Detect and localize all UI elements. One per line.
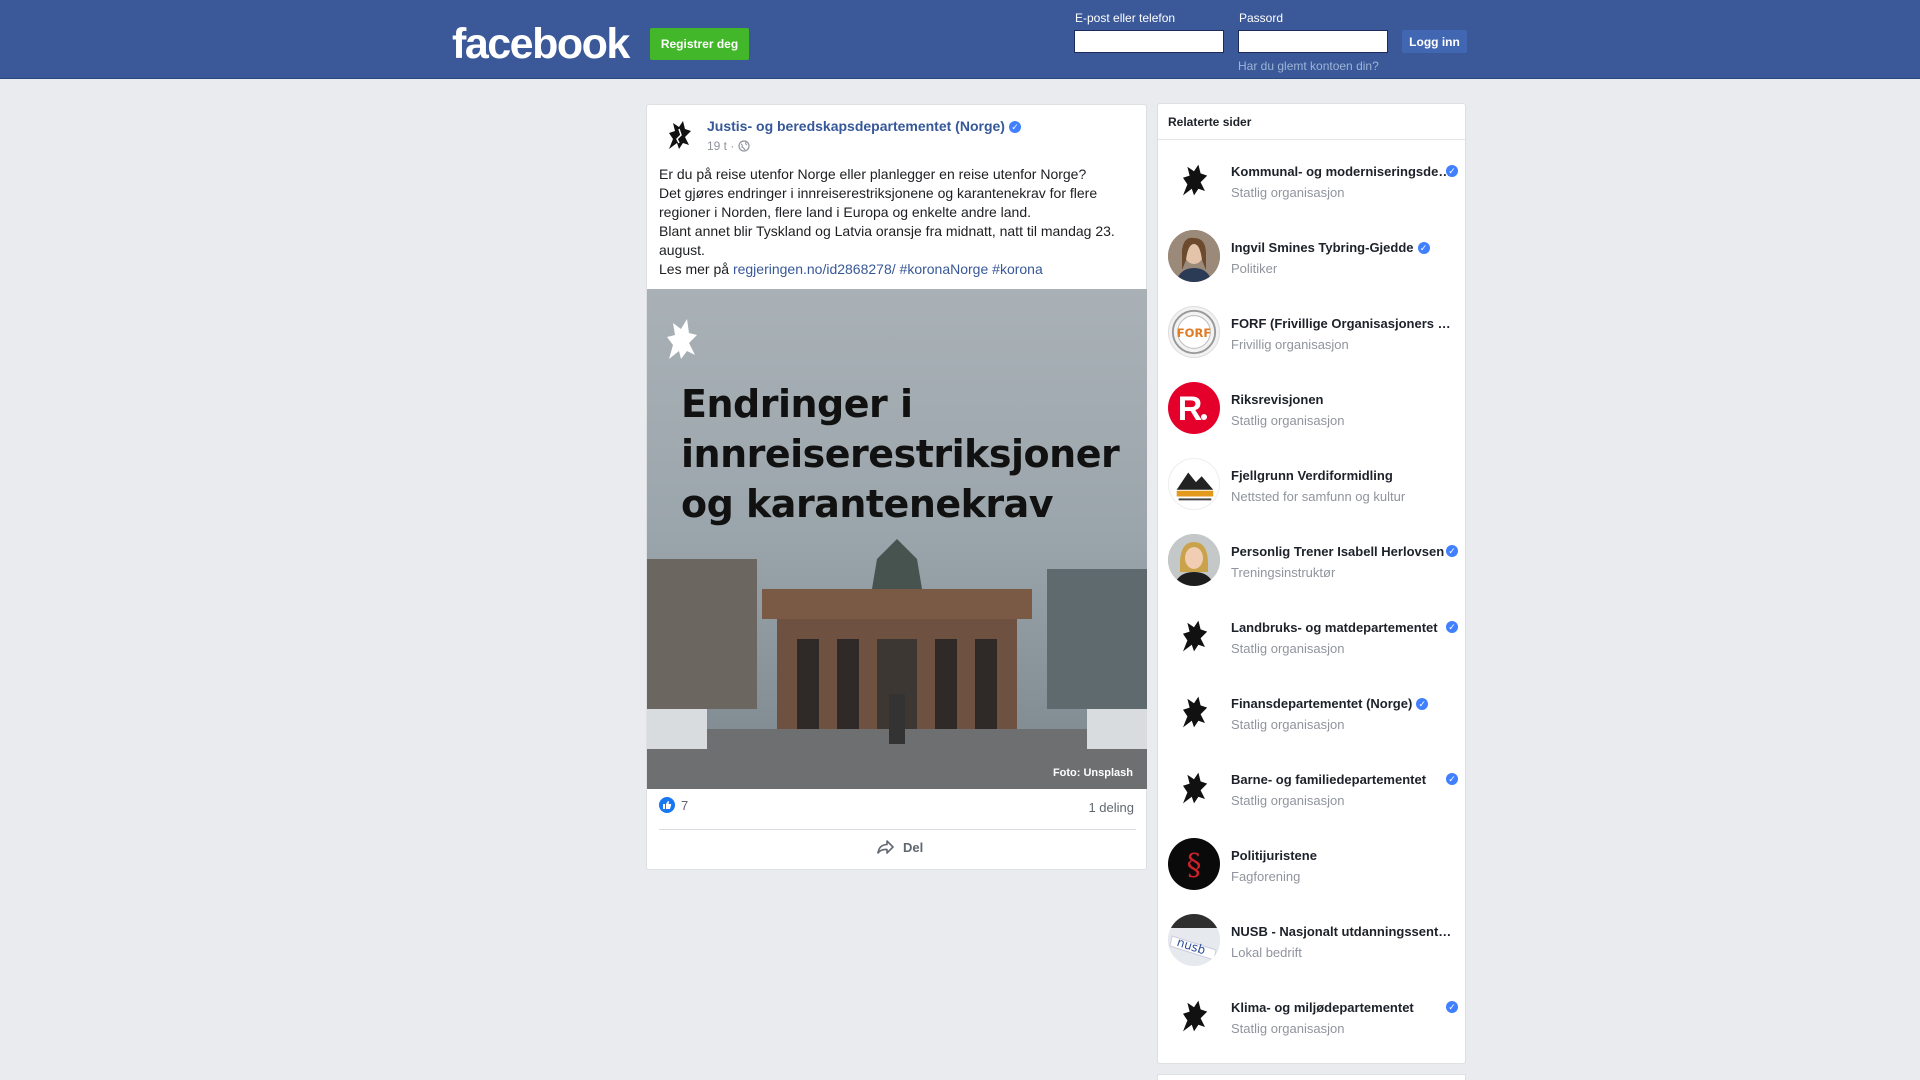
page-name[interactable]: Personlig Trener Isabell Herlovsen	[1231, 544, 1444, 559]
verified-badge-icon: ✓	[1446, 545, 1458, 557]
email-input[interactable]	[1074, 30, 1224, 53]
page-name[interactable]: Finansdepartementet (Norge)	[1231, 696, 1412, 711]
post-text-line: Det gjøres endringer i innreiserestriksj…	[659, 185, 1098, 220]
page-name[interactable]: Ingvil Smines Tybring-Gjedde	[1231, 240, 1414, 255]
person-photo	[1168, 534, 1220, 586]
post-time[interactable]: 19 t ·	[707, 139, 734, 153]
page-name[interactable]: Landbruks- og matdepartementet	[1231, 620, 1438, 635]
page-category: Statlig organisasjon	[1231, 185, 1345, 200]
share-count[interactable]: 1 deling	[1088, 800, 1134, 815]
email-label: E-post eller telefon	[1075, 11, 1176, 25]
forgot-account-link[interactable]: Har du glemt kontoen din?	[1238, 59, 1379, 73]
share-button[interactable]: Del	[877, 839, 923, 855]
crest-icon	[1168, 686, 1220, 738]
related-pages-card: Relaterte sider Kommunal- og moderniseri…	[1157, 103, 1466, 1064]
list-item[interactable]: Landbruks- og matdepartementet ✓ Statlig…	[1168, 610, 1458, 666]
person-photo	[1168, 230, 1220, 282]
post-card: Justis- og beredskapsdepartementet (Norg…	[646, 104, 1147, 870]
page-name[interactable]: Kommunal- og moderniseringsdepartementet	[1231, 164, 1453, 179]
crest-icon	[1168, 762, 1220, 814]
paragraph-logo: §	[1168, 838, 1220, 890]
facebook-logo[interactable]: facebook	[452, 20, 630, 69]
post-image[interactable]: Endringer i innreiserestriksjoner og kar…	[647, 289, 1147, 789]
verified-badge-icon: ✓	[1416, 698, 1429, 710]
page-name[interactable]: Barne- og familiedepartementet	[1231, 772, 1426, 787]
post-meta: 19 t ·	[707, 139, 750, 153]
post-text-line: Les mer på regjeringen.no/id2868278/ #ko…	[659, 261, 1043, 277]
fjellgrunn-logo	[1168, 458, 1220, 510]
page-category: Politiker	[1231, 261, 1278, 276]
verified-badge-icon: ✓	[1446, 773, 1458, 785]
image-title: Endringer i innreiserestriksjoner og kar…	[681, 382, 1120, 526]
crest-icon[interactable]	[659, 115, 699, 155]
page-category: Lokal bedrift	[1231, 945, 1302, 960]
page-category: Fagforening	[1231, 869, 1301, 884]
post-link[interactable]: regjeringen.no/id2868278/	[733, 261, 896, 277]
globe-icon	[738, 140, 750, 152]
page-name[interactable]: Fjellgrunn Verdiformidling	[1231, 468, 1393, 483]
divider	[659, 829, 1136, 830]
post-text-line: Er du på reise utenfor Norge eller planl…	[659, 166, 1087, 182]
verified-badge-icon: ✓	[1446, 165, 1458, 177]
reactions[interactable]: 7	[659, 797, 688, 813]
register-button[interactable]: Registrer deg	[650, 28, 749, 60]
image-credit: Foto: Unsplash	[1052, 767, 1133, 779]
svg-text:§: §	[1187, 848, 1202, 883]
list-item[interactable]: Klima- og miljødepartementet ✓ Statlig o…	[1168, 990, 1458, 1046]
like-count: 7	[681, 797, 689, 813]
verified-badge-icon: ✓	[1417, 242, 1430, 254]
list-item[interactable]: R Riksrevisjonen Statlig organisasjon	[1168, 382, 1458, 438]
post-text: Er du på reise utenfor Norge eller planl…	[659, 165, 1137, 279]
page-category: Frivillig organisasjon	[1231, 337, 1349, 352]
page-name[interactable]: Riksrevisjonen	[1231, 392, 1324, 407]
hashtag-link[interactable]: #koronaNorge	[900, 261, 989, 277]
verified-badge-icon: ✓	[1446, 1001, 1458, 1013]
crest-icon	[1168, 154, 1220, 206]
nusb-logo: nusb	[1168, 914, 1220, 966]
verified-badge-icon: ✓	[1446, 621, 1458, 633]
list-item[interactable]: Personlig Trener Isabell Herlovsen ✓ Tre…	[1168, 534, 1458, 590]
share-icon	[877, 840, 894, 854]
list-item[interactable]: nusb NUSB - Nasjonalt utdanningssenter f…	[1168, 914, 1458, 970]
post-text-line: Blant annet blir Tyskland og Latvia oran…	[659, 223, 1115, 258]
login-button[interactable]: Logg inn	[1402, 30, 1467, 53]
page-category: Statlig organisasjon	[1231, 413, 1345, 428]
list-item[interactable]: Kommunal- og moderniseringsdepartementet…	[1168, 154, 1458, 210]
list-item[interactable]: Finansdepartementet (Norge) ✓ Statlig org…	[1168, 686, 1458, 742]
share-label: Del	[903, 839, 924, 855]
svg-text:FORF: FORF	[1177, 326, 1211, 340]
page-category: Statlig organisasjon	[1231, 1021, 1345, 1036]
like-icon	[659, 797, 675, 813]
crest-icon	[1168, 990, 1220, 1042]
next-card	[1157, 1074, 1466, 1080]
list-item[interactable]: FORF FORF (Frivillige Organisasjoners Re…	[1168, 306, 1458, 362]
page-name[interactable]: Klima- og miljødepartementet	[1231, 1000, 1414, 1015]
riksrevisjonen-logo: R	[1168, 382, 1220, 434]
page-category: Treningsinstruktør	[1231, 565, 1336, 580]
top-bar: facebook Registrer deg E-post eller tele…	[0, 0, 1920, 79]
list-item[interactable]: Ingvil Smines Tybring-Gjedde ✓ Politiker	[1168, 230, 1458, 286]
svg-text:R: R	[1178, 390, 1203, 428]
password-label: Passord	[1239, 11, 1284, 25]
hashtag-link[interactable]: #korona	[992, 261, 1043, 277]
post-author-link[interactable]: Justis- og beredskapsdepartementet (Norg…	[707, 118, 1021, 134]
page-category: Statlig organisasjon	[1231, 717, 1345, 732]
forf-logo: FORF	[1168, 306, 1220, 358]
page-category: Nettsted for samfunn og kultur	[1231, 489, 1406, 504]
page-category: Statlig organisasjon	[1231, 641, 1345, 656]
page-category: Statlig organisasjon	[1231, 793, 1345, 808]
list-item[interactable]: § Politijuristene Fagforening	[1168, 838, 1458, 894]
crest-icon	[1168, 610, 1220, 662]
password-input[interactable]	[1238, 30, 1388, 53]
page-name[interactable]: FORF (Frivillige Organisasjoners Redning…	[1231, 316, 1453, 331]
verified-badge-icon: ✓	[1008, 121, 1021, 133]
page-name[interactable]: Politijuristene	[1231, 848, 1317, 863]
page-name[interactable]: NUSB - Nasjonalt utdanningssenter for sa…	[1231, 924, 1453, 939]
list-item[interactable]: Barne- og familiedepartementet ✓ Statlig…	[1168, 762, 1458, 818]
related-pages-title: Relaterte sider	[1158, 104, 1465, 140]
list-item[interactable]: Fjellgrunn Verdiformidling Nettsted for …	[1168, 458, 1458, 514]
